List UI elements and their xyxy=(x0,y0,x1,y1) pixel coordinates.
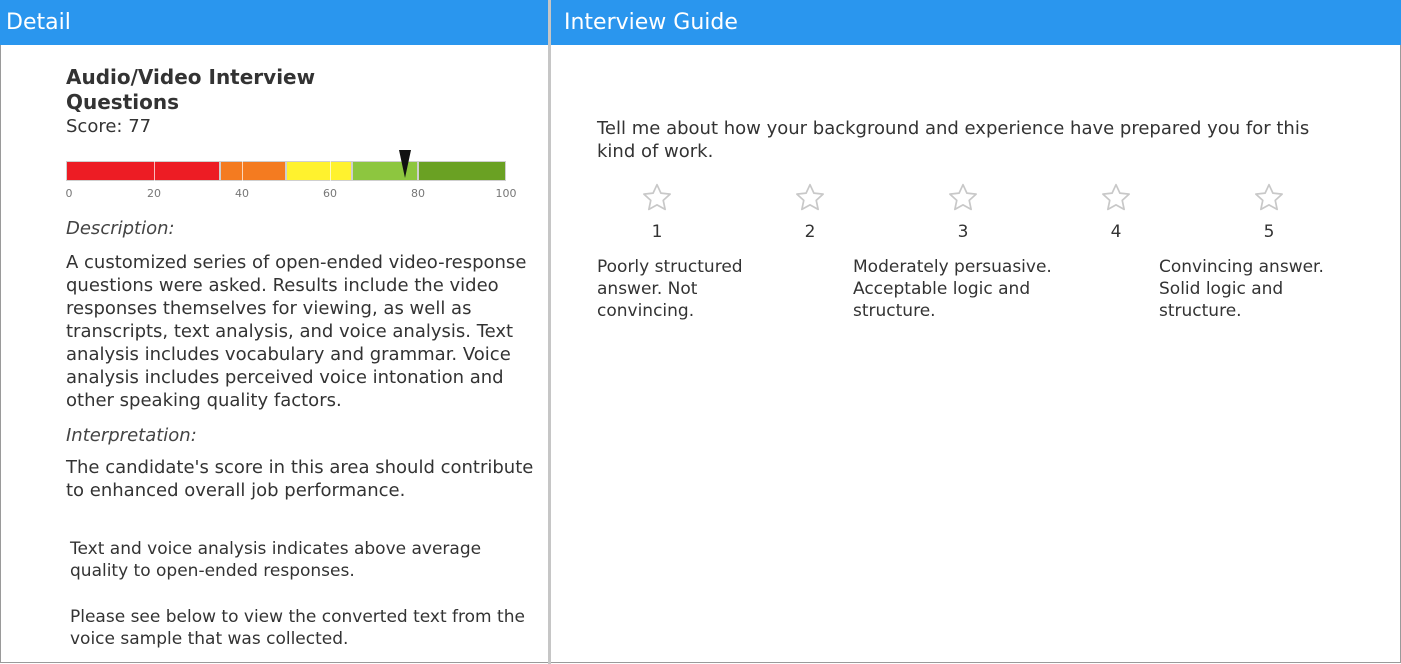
rating-3[interactable]: 3 xyxy=(943,181,983,243)
rating-1-description: Poorly structured answer. Not convincing… xyxy=(597,257,743,321)
star-outline-icon xyxy=(949,183,977,211)
rating-number: 1 xyxy=(651,222,663,242)
rating-1[interactable]: 1 xyxy=(637,181,677,243)
gauge-band-1 xyxy=(66,161,220,181)
gauge-tick-label: 40 xyxy=(235,187,249,200)
detail-header: Detail xyxy=(0,0,548,45)
rating-number: 2 xyxy=(804,222,816,242)
star-outline-icon xyxy=(1102,183,1130,211)
detail-title-line2: Questions xyxy=(66,90,180,114)
gauge-tick-label: 100 xyxy=(495,187,517,200)
rating-number: 4 xyxy=(1110,222,1122,242)
description-text: A customized series of open-ended video-… xyxy=(66,252,527,411)
voice-sample-note: Please see below to view the converted t… xyxy=(70,607,525,649)
star-outline-icon xyxy=(1255,183,1283,211)
gauge-gridline xyxy=(154,161,155,181)
gauge-tick-label: 80 xyxy=(411,187,425,200)
rating-5[interactable]: 5 xyxy=(1249,181,1289,243)
rating-number: 3 xyxy=(957,222,969,242)
column-divider xyxy=(548,0,551,664)
gauge-tick-label: 60 xyxy=(323,187,337,200)
detail-title: Audio/Video Interview Questions xyxy=(66,65,536,115)
interpretation-label: Interpretation: xyxy=(66,425,197,446)
gauge-tick-label: 0 xyxy=(65,187,73,200)
detail-title-line1: Audio/Video Interview xyxy=(66,65,316,89)
gauge-tick-label: 20 xyxy=(147,187,161,200)
analysis-note: Text and voice analysis indicates above … xyxy=(70,539,482,581)
gauge-band-2 xyxy=(220,161,286,181)
rating-3-description: Moderately persuasive. Acceptable logic … xyxy=(853,257,1052,321)
interview-guide-header: Interview Guide xyxy=(551,0,1401,45)
star-outline-icon xyxy=(643,183,671,211)
gauge-band-3 xyxy=(286,161,352,181)
score-text: Score: 77 xyxy=(66,116,152,137)
rating-4[interactable]: 4 xyxy=(1096,181,1136,243)
interview-guide-panel: Tell me about how your background and ex… xyxy=(597,45,1377,341)
detail-panel: Audio/Video Interview Questions Score: 7… xyxy=(66,45,536,650)
page: Detail Interview Guide Audio/Video Inter… xyxy=(0,0,1401,664)
interview-question: Tell me about how your background and ex… xyxy=(597,118,1310,162)
score-gauge xyxy=(66,150,506,183)
score-marker-icon xyxy=(398,150,411,178)
description-label: Description: xyxy=(66,218,175,239)
gauge-tick-labels: 0 20 40 60 80 100 xyxy=(65,187,517,203)
rating-2[interactable]: 2 xyxy=(790,181,830,243)
rating-5-description: Convincing answer. Solid logic and struc… xyxy=(1159,257,1324,321)
gauge-gridline xyxy=(330,161,331,181)
star-outline-icon xyxy=(796,183,824,211)
interpretation-text: The candidate's score in this area shoul… xyxy=(66,457,534,501)
gauge-gridline xyxy=(242,161,243,181)
gauge-band-5 xyxy=(418,161,506,181)
rating-number: 5 xyxy=(1263,222,1275,242)
rating-scale: 1 2 3 4 5 Poorly structured answer. Not … xyxy=(597,181,1377,341)
